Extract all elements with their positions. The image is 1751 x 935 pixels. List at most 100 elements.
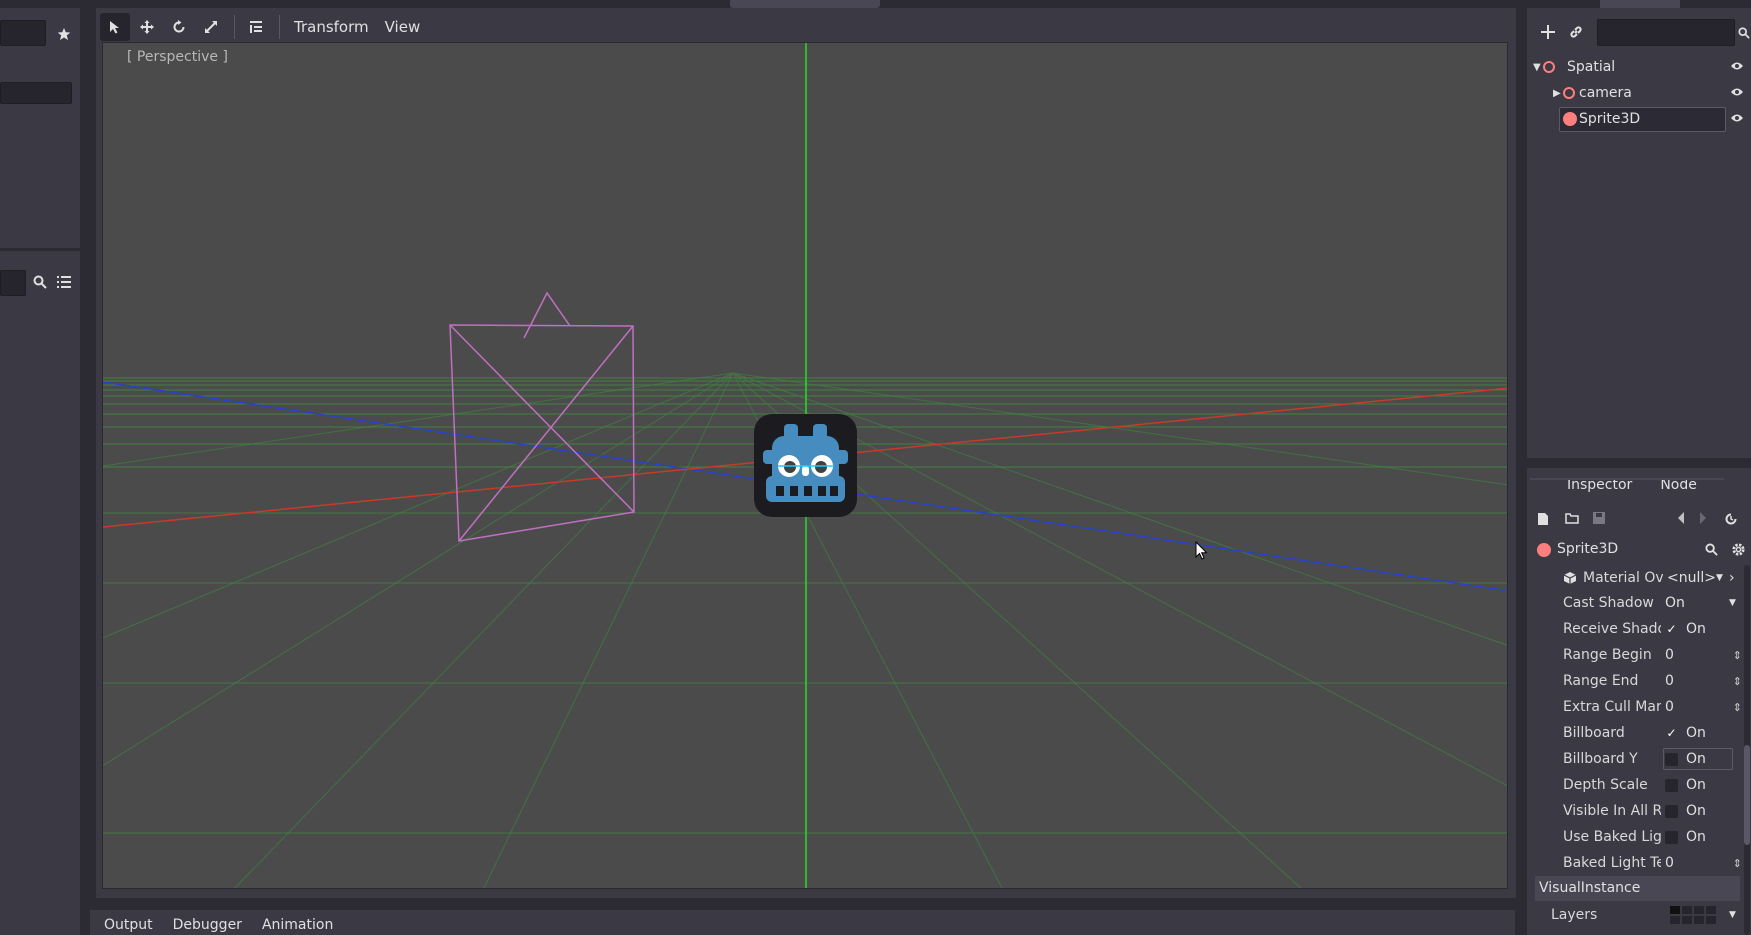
checkbox-unchecked[interactable] (1665, 778, 1678, 792)
cursor-arrow-icon (110, 21, 119, 34)
spatial-node-icon (1563, 87, 1575, 99)
prop-layers[interactable]: Layers ▼ (1527, 902, 1742, 928)
scene-tab-strip[interactable] (730, 0, 880, 8)
dropdown-arrow-icon[interactable]: ▼ (1729, 598, 1736, 608)
prop-label: Baked Light Te (1563, 855, 1661, 871)
tab-output[interactable]: Output (104, 915, 153, 935)
scale-icon (205, 21, 217, 33)
tree-item-camera[interactable]: ▶ camera (1527, 81, 1751, 105)
star-icon[interactable] (54, 24, 74, 44)
path-field[interactable] (0, 20, 46, 46)
dropdown-arrow-icon[interactable]: ▼ (1716, 573, 1723, 583)
tab-scene[interactable] (1600, 0, 1680, 8)
tab-node[interactable]: Node (1646, 470, 1711, 500)
spinner-arrows-icon[interactable]: ⇕ (1733, 857, 1742, 870)
prop-depth-scale[interactable]: Depth Scale On (1527, 772, 1742, 798)
prop-label: Cast Shadow (1563, 595, 1654, 611)
move-tool-button[interactable] (132, 13, 162, 41)
sprite3d-node-icon (1563, 112, 1577, 126)
prop-baked-light-texture-id[interactable]: Baked Light Te 0 ⇕ (1527, 850, 1742, 876)
add-node-icon[interactable] (1537, 21, 1559, 43)
gear-icon[interactable] (1731, 542, 1746, 557)
visibility-eye-icon[interactable] (1730, 59, 1744, 75)
tree-item-spatial[interactable]: ▼ Spatial (1527, 55, 1751, 79)
prop-value[interactable]: On (1665, 595, 1685, 611)
list-view-icon[interactable] (54, 272, 74, 292)
prop-range-end[interactable]: Range End 0 ⇕ (1527, 668, 1742, 694)
prop-label: Range End (1563, 673, 1639, 689)
checkbox-checked[interactable]: ✓ (1665, 622, 1678, 636)
inspector-object-header: Sprite3D (1527, 537, 1751, 563)
link-icon[interactable] (1565, 21, 1587, 43)
prop-visible-in-all-rooms[interactable]: Visible In All Ro On (1527, 798, 1742, 824)
new-resource-icon[interactable] (1537, 512, 1549, 526)
tab-underline (1530, 478, 1724, 480)
godot-sprite-icon[interactable] (754, 414, 857, 517)
checkbox-unchecked[interactable] (1665, 830, 1678, 844)
3d-viewport[interactable]: [ Perspective ] (102, 42, 1508, 889)
checkbox-unchecked[interactable] (1665, 804, 1678, 818)
visibility-eye-icon[interactable] (1730, 85, 1744, 101)
prop-label: Layers (1551, 907, 1598, 923)
perspective-label[interactable]: [ Perspective ] (127, 49, 228, 65)
scene-tree: ▼ Spatial ▶ camera Sprite3D (1527, 55, 1751, 455)
prop-range-begin[interactable]: Range Begin 0 ⇕ (1527, 642, 1742, 668)
scene-filter-input[interactable] (1597, 19, 1735, 46)
prop-extra-cull-margin[interactable]: Extra Cull Marg 0 ⇕ (1527, 694, 1742, 720)
checkbox-checked[interactable]: ✓ (1665, 726, 1678, 740)
file-search-field[interactable] (0, 270, 26, 296)
scale-tool-button[interactable] (196, 13, 226, 41)
visibility-eye-icon[interactable] (1730, 111, 1744, 127)
prop-value[interactable]: 0 (1665, 647, 1674, 663)
tab-inspector[interactable]: Inspector (1553, 470, 1646, 500)
tree-item-label: Sprite3D (1579, 111, 1641, 127)
search-icon[interactable] (1705, 543, 1718, 556)
prop-value[interactable]: 0 (1665, 699, 1674, 715)
list-select-button[interactable] (241, 13, 271, 41)
inspector-scrollbar-thumb[interactable] (1744, 745, 1750, 845)
view-menu[interactable]: View (377, 13, 429, 41)
layer-grid[interactable] (1670, 906, 1725, 924)
history-forward-icon[interactable] (1699, 512, 1707, 524)
spatial-node-icon (1543, 61, 1555, 73)
prop-value: On (1686, 829, 1706, 845)
prop-billboard[interactable]: Billboard ✓ On (1527, 720, 1742, 746)
expand-arrow-icon[interactable]: ▶ (1553, 88, 1561, 99)
dock-filter-field[interactable] (0, 82, 72, 104)
dropdown-arrow-icon[interactable]: ▼ (1729, 910, 1736, 920)
prop-value[interactable]: 0 (1665, 855, 1674, 871)
inspector-tabs: Inspector Node (1527, 470, 1711, 502)
save-icon[interactable] (1593, 512, 1605, 524)
prop-material-override[interactable]: Material Ov <null> ▼ › (1527, 565, 1742, 591)
prop-label: Range Begin (1563, 647, 1652, 663)
select-tool-button[interactable] (100, 13, 130, 41)
checkbox-unchecked[interactable] (1665, 752, 1678, 766)
collapse-arrow-icon[interactable]: ▼ (1533, 62, 1541, 73)
prop-cast-shadow[interactable]: Cast Shadow On ▼ (1527, 590, 1742, 616)
category-visual-instance[interactable]: VisualInstance (1535, 876, 1740, 901)
move-icon (140, 20, 154, 34)
prop-label: Extra Cull Marg (1563, 699, 1661, 715)
filesystem-dock (0, 8, 80, 935)
spinner-arrows-icon[interactable]: ⇕ (1733, 675, 1742, 688)
tab-animation[interactable]: Animation (262, 915, 333, 935)
prop-label: Visible In All Ro (1563, 803, 1661, 819)
tree-item-sprite3d[interactable]: Sprite3D (1527, 106, 1751, 132)
spinner-arrows-icon[interactable]: ⇕ (1733, 649, 1742, 662)
chevron-right-icon[interactable]: › (1729, 570, 1735, 586)
prop-use-baked-light[interactable]: Use Baked Lig On (1527, 824, 1742, 850)
open-folder-icon[interactable] (1565, 512, 1579, 524)
prop-billboard-y[interactable]: Billboard Y On (1527, 746, 1742, 772)
history-icon[interactable] (1724, 512, 1738, 526)
rotate-tool-button[interactable] (164, 13, 194, 41)
search-icon[interactable] (1737, 23, 1751, 43)
history-back-icon[interactable] (1677, 512, 1685, 524)
viewport-toolbar: Transform View (100, 12, 428, 42)
prop-value[interactable]: 0 (1665, 673, 1674, 689)
prop-receive-shadow[interactable]: Receive Shado ✓ On (1527, 616, 1742, 642)
spinner-arrows-icon[interactable]: ⇕ (1733, 701, 1742, 714)
transform-menu[interactable]: Transform (286, 13, 377, 41)
tab-debugger[interactable]: Debugger (173, 915, 242, 935)
search-icon[interactable] (30, 272, 50, 292)
prop-value[interactable]: <null> (1667, 570, 1716, 586)
